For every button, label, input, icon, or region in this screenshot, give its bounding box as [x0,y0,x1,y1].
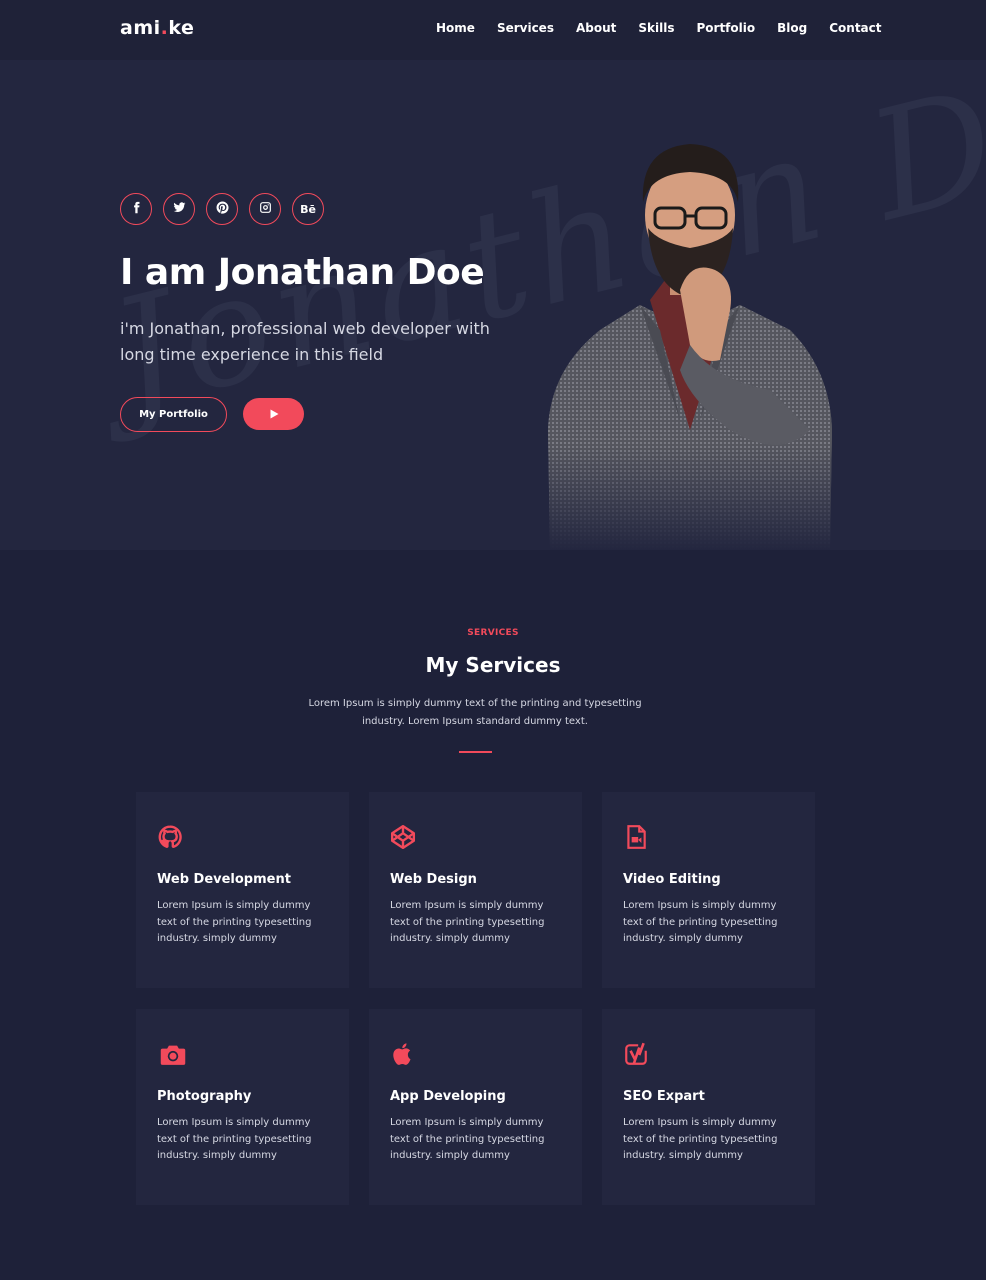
pinterest-link[interactable] [206,193,238,225]
video-file-icon [623,824,649,850]
site-logo[interactable]: ami.ke [120,17,194,39]
service-card-photography[interactable]: Photography Lorem Ipsum is simply dummy … [136,1009,349,1205]
service-card-title: SEO Expart [623,1089,705,1104]
facebook-link[interactable] [120,193,152,225]
service-card-text: Lorem Ipsum is simply dummy text of the … [157,1117,312,1161]
service-card-title: App Developing [390,1089,506,1104]
twitter-icon [173,201,186,217]
behance-link[interactable]: Bē [292,193,324,225]
services-eyebrow: SERVICES [467,628,519,638]
logo-text-main: ami [120,17,161,39]
service-card-text: Lorem Ipsum is simply dummy text of the … [390,900,545,944]
service-card-text: Lorem Ipsum is simply dummy text of the … [157,900,312,944]
service-card-text: Lorem Ipsum is simply dummy text of the … [390,1117,545,1161]
service-card-text: Lorem Ipsum is simply dummy text of the … [623,900,778,944]
service-card-title: Video Editing [623,872,721,887]
hero-section: Jonathan Doe Bē I am Jonathan Doe i'm Jo [0,60,986,550]
services-title: My Services [425,653,561,677]
hero-title: I am Jonathan Doe [120,252,485,293]
service-card-title: Photography [157,1089,252,1104]
codepen-icon [390,824,416,850]
service-card-video-editing[interactable]: Video Editing Lorem Ipsum is simply dumm… [602,792,815,988]
nav-link-blog[interactable]: Blog [777,21,807,35]
service-card-text: Lorem Ipsum is simply dummy text of the … [623,1117,778,1161]
nav-link-about[interactable]: About [576,21,616,35]
service-card-seo-expart[interactable]: SEO Expart Lorem Ipsum is simply dummy t… [602,1009,815,1205]
nav-link-skills[interactable]: Skills [638,21,674,35]
nav-link-contact[interactable]: Contact [829,21,881,35]
behance-icon: Bē [300,202,316,216]
github-icon [157,824,183,850]
logo-text-end: ke [168,17,195,39]
services-description: Lorem Ipsum is simply dummy text of the … [308,698,642,727]
hero-subtitle: i'm Jonathan, professional web developer… [120,319,490,364]
nav-link-portfolio[interactable]: Portfolio [696,21,755,35]
instagram-link[interactable] [249,193,281,225]
nav-link-services[interactable]: Services [497,21,554,35]
social-links: Bē [120,193,324,225]
pinterest-icon [216,201,229,217]
nav-link-home[interactable]: Home [436,21,475,35]
service-card-web-development[interactable]: Web Development Lorem Ipsum is simply du… [136,792,349,988]
twitter-link[interactable] [163,193,195,225]
top-navbar: ami.ke Home Services About Skills Portfo… [0,0,986,60]
yoast-icon [623,1041,649,1067]
hero-portrait-image [540,130,840,550]
camera-icon [157,1041,189,1067]
service-card-web-design[interactable]: Web Design Lorem Ipsum is simply dummy t… [369,792,582,988]
service-card-title: Web Development [157,872,291,887]
instagram-icon [259,201,272,217]
facebook-icon [130,201,143,217]
play-icon [268,405,280,424]
services-divider [459,751,492,753]
my-portfolio-button[interactable]: My Portfolio [120,397,227,432]
service-card-app-developing[interactable]: App Developing Lorem Ipsum is simply dum… [369,1009,582,1205]
apple-icon [390,1041,416,1067]
play-video-button[interactable] [243,398,304,430]
main-menu: Home Services About Skills Portfolio Blo… [436,21,882,35]
service-card-title: Web Design [390,872,477,887]
